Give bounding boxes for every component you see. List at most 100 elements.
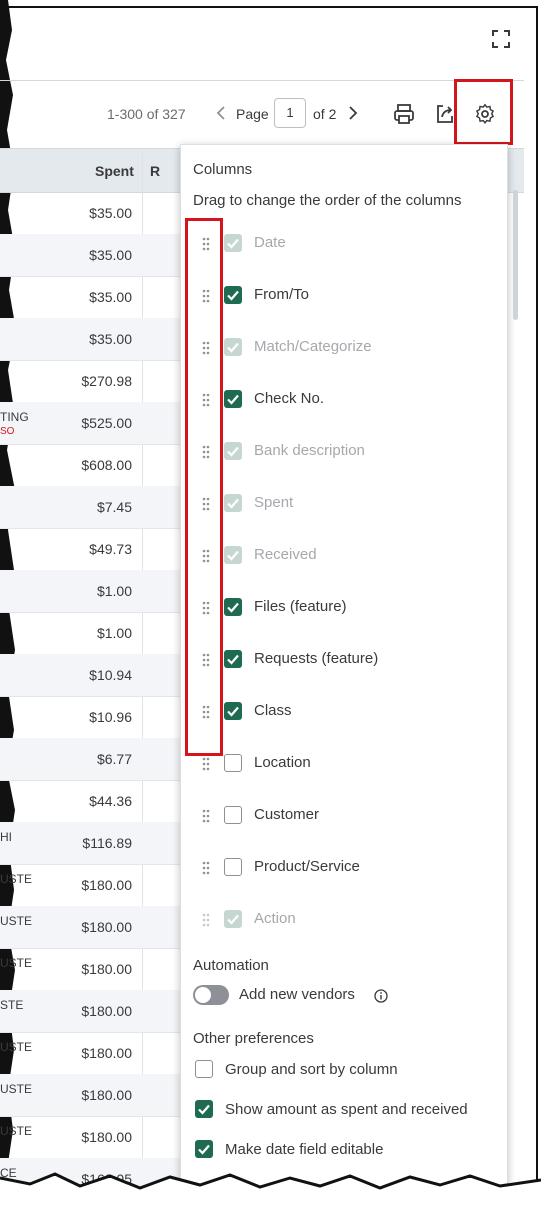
table-row[interactable]: STE $180.00 (0, 990, 180, 1033)
column-checkbox[interactable] (224, 286, 242, 304)
column-header-spent[interactable]: Spent (95, 163, 134, 179)
column-option[interactable]: Action (196, 906, 496, 936)
column-option[interactable]: Bank description (196, 438, 496, 468)
print-icon[interactable] (393, 103, 415, 125)
row-from-to-fragment: USTE (0, 1124, 33, 1138)
info-icon[interactable] (374, 989, 388, 1003)
table-row[interactable]: $10.94 (0, 654, 180, 697)
checkmark-icon (227, 550, 239, 561)
row-spent-amount: $44.36 (89, 793, 132, 809)
table-row[interactable]: TING SO $525.00 (0, 402, 180, 445)
fullscreen-icon[interactable] (491, 29, 511, 49)
panel-scrollbar[interactable] (513, 190, 518, 320)
column-option[interactable]: Location (196, 750, 496, 780)
table-row[interactable]: USTE $180.00 (0, 1116, 180, 1159)
table-row[interactable]: HI $116.89 (0, 822, 180, 865)
table-row[interactable]: $10.96 (0, 696, 180, 739)
preference-checkbox[interactable] (195, 1100, 213, 1118)
table-row[interactable]: $270.98 (0, 360, 180, 403)
page-number-input[interactable]: 1 (274, 98, 306, 128)
row-spent-amount: $10.94 (89, 667, 132, 683)
column-option[interactable]: Received (196, 542, 496, 572)
column-option[interactable]: Class (196, 698, 496, 728)
column-option[interactable]: Date (196, 230, 496, 260)
column-checkbox[interactable] (224, 858, 242, 876)
row-from-to-fragment: USTE (0, 956, 33, 970)
chevron-right-icon[interactable] (348, 106, 358, 120)
column-checkbox[interactable] (224, 598, 242, 616)
preference-checkbox[interactable] (195, 1140, 213, 1158)
table-row[interactable]: $7.45 (0, 486, 180, 529)
table-row[interactable]: USTE $180.00 (0, 864, 180, 907)
row-spent-amount: $180.00 (81, 1003, 132, 1019)
page-label: Page (236, 106, 269, 122)
column-header-received[interactable]: R (150, 163, 160, 179)
table-row[interactable]: $49.73 (0, 528, 180, 571)
chevron-left-icon[interactable] (216, 106, 226, 120)
row-spent-amount: $525.00 (81, 415, 132, 431)
table-row[interactable]: $35.00 (0, 318, 180, 361)
table-row[interactable]: $1.00 (0, 612, 180, 655)
checkmark-icon (227, 342, 239, 353)
preference-option[interactable]: Make date field editable (193, 1138, 503, 1162)
table-row[interactable]: $6.77 (0, 738, 180, 781)
column-option-label: Bank description (254, 442, 365, 459)
column-option[interactable]: Customer (196, 802, 496, 832)
column-checkbox[interactable] (224, 650, 242, 668)
table-row[interactable]: $35.00 (0, 192, 180, 235)
preference-label: Group and sort by column (225, 1061, 398, 1078)
table-row[interactable]: $35.00 (0, 276, 180, 319)
column-option-label: Customer (254, 806, 320, 823)
table-row[interactable]: USTE $180.00 (0, 1074, 180, 1117)
table-row[interactable]: $35.00 (0, 234, 180, 277)
column-checkbox[interactable] (224, 702, 242, 720)
table-row[interactable]: $608.00 (0, 444, 180, 487)
add-new-vendors-toggle[interactable] (193, 985, 229, 1005)
checkmark-icon (227, 446, 239, 457)
table-row[interactable]: $1.00 (0, 570, 180, 613)
export-icon[interactable] (434, 103, 456, 125)
drag-handle-icon[interactable] (202, 861, 210, 875)
column-option[interactable]: Requests (feature) (196, 646, 496, 676)
column-option[interactable]: Check No. (196, 386, 496, 416)
checkmark-icon (227, 654, 239, 665)
drag-handle-icon[interactable] (202, 809, 210, 823)
row-spent-amount: $35.00 (89, 331, 132, 347)
row-spent-amount: $35.00 (89, 289, 132, 305)
column-checkbox[interactable] (224, 806, 242, 824)
row-from-to-fragment: TING (0, 410, 29, 424)
column-checkbox[interactable] (224, 390, 242, 408)
preference-checkbox[interactable] (195, 1060, 213, 1078)
column-option[interactable]: Spent (196, 490, 496, 520)
drag-handles-highlight-box (185, 218, 223, 756)
column-option-label: Match/Categorize (254, 338, 372, 355)
column-checkbox (224, 546, 242, 564)
drag-handle-icon[interactable] (202, 913, 210, 927)
column-option[interactable]: Product/Service (196, 854, 496, 884)
table-row[interactable]: USTE $180.00 (0, 906, 180, 949)
checkmark-icon (198, 1144, 210, 1155)
column-option[interactable]: From/To (196, 282, 496, 312)
table-row[interactable]: $44.36 (0, 780, 180, 823)
checkmark-icon (198, 1104, 210, 1115)
preference-option[interactable]: Group and sort by column (193, 1058, 503, 1082)
column-checkbox (224, 442, 242, 460)
column-checkbox (224, 910, 242, 928)
row-spent-amount: $35.00 (89, 205, 132, 221)
column-checkbox (224, 338, 242, 356)
row-spent-amount: $35.00 (89, 247, 132, 263)
column-option[interactable]: Files (feature) (196, 594, 496, 624)
table-row[interactable]: USTE $180.00 (0, 1032, 180, 1075)
pagination-range: 1-300 of 327 (107, 106, 186, 122)
column-checkbox[interactable] (224, 754, 242, 772)
column-checkbox (224, 494, 242, 512)
row-spent-amount: $180.00 (81, 877, 132, 893)
checkmark-icon (227, 238, 239, 249)
preference-option[interactable]: Show amount as spent and received (193, 1098, 503, 1122)
table-row[interactable]: USTE $180.00 (0, 948, 180, 991)
settings-highlight-box (454, 79, 513, 145)
column-option[interactable]: Match/Categorize (196, 334, 496, 364)
page-total: of 2 (313, 106, 337, 122)
column-option-label: Action (254, 910, 296, 927)
drag-handle-icon[interactable] (202, 757, 210, 771)
